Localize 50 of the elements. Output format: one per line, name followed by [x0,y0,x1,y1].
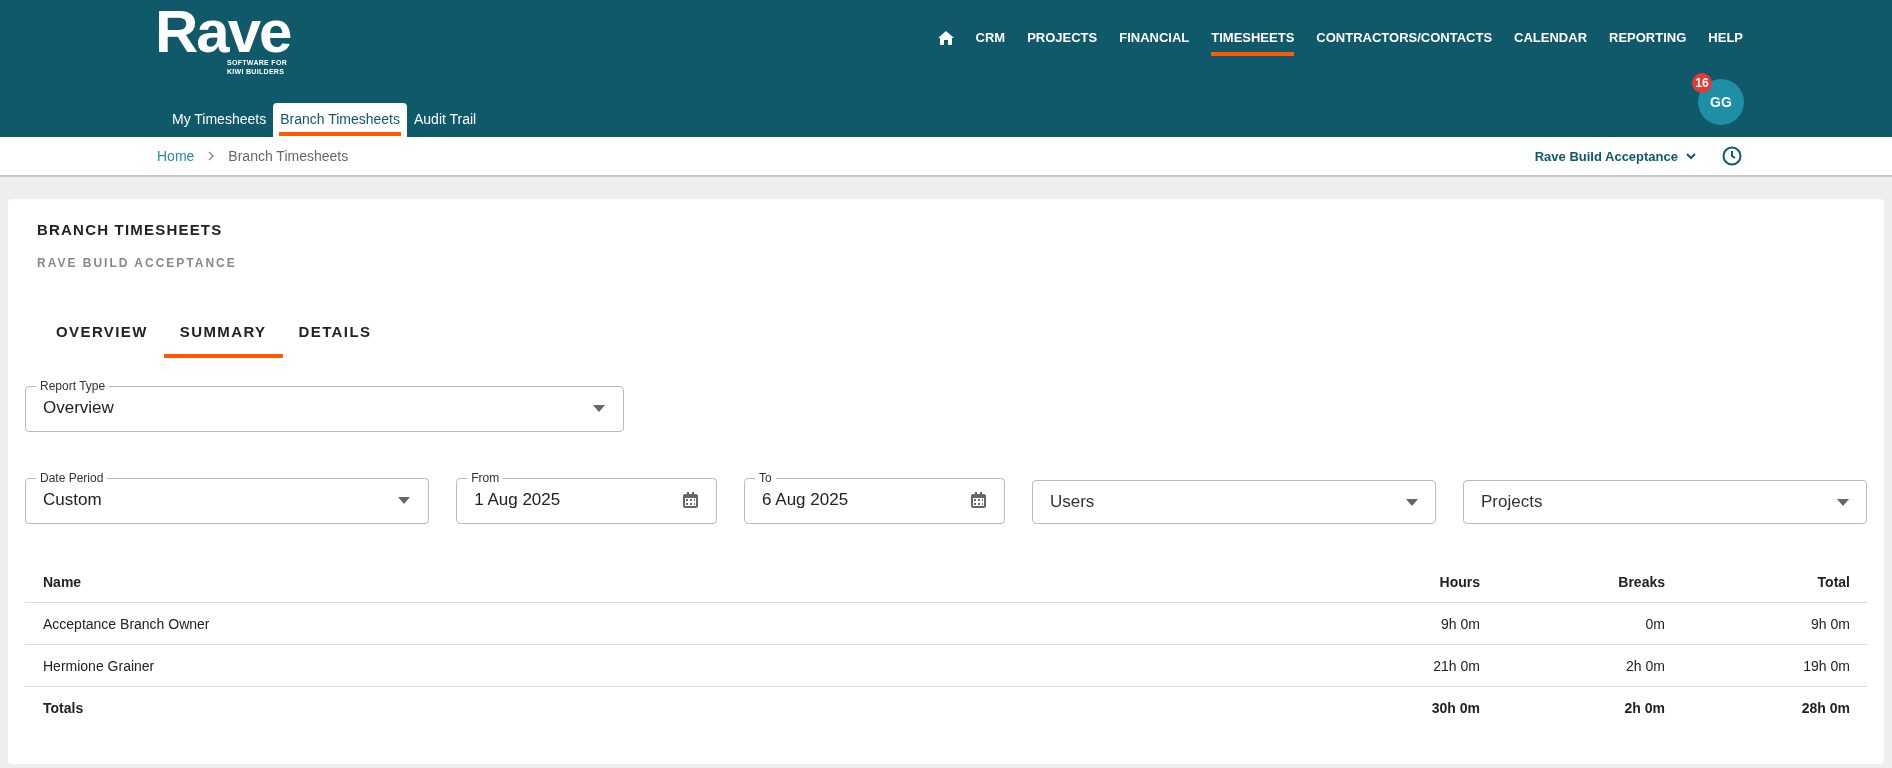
date-field[interactable]: From 1 Aug 2025 [456,471,718,524]
report-tab[interactable]: DETAILS [282,323,388,359]
notification-badge: 16 [1692,73,1712,93]
main-nav-link[interactable]: CALENDAR [1514,28,1588,57]
sub-nav-tab[interactable]: Branch Timesheets [273,103,407,137]
home-icon[interactable] [937,30,954,45]
table-cell-text: 19h 0m [1802,657,1850,674]
table-cell-text: 9h 0m [1810,615,1850,632]
main-nav-link[interactable]: CRM [975,28,1006,57]
column-header: Total [1816,573,1850,590]
main-nav-link[interactable]: HELP [1708,28,1743,57]
table-cell-text: Hermione Grainer [43,657,156,674]
chevron-right-icon [208,151,215,161]
select-field[interactable]: Projects [1463,480,1867,524]
column-header: Name [43,573,83,590]
main-nav-link[interactable]: PROJECTS [1027,28,1098,57]
calendar-icon[interactable] [970,492,986,508]
page-subtitle: RAVE BUILD ACCEPTANCE [37,256,238,270]
calendar-icon[interactable] [683,492,699,508]
clock-icon[interactable] [1722,146,1742,166]
main-nav-link[interactable]: CONTRACTORS/CONTACTS [1316,28,1493,57]
dropdown-caret-icon [1837,499,1849,506]
breadcrumb-current: Branch Timesheets [228,148,349,164]
table-cell-text: 2h 0m [1625,657,1665,674]
select-field[interactable]: Date Period Custom [25,471,430,524]
main-nav-link[interactable]: FINANCIAL [1119,28,1190,57]
sub-nav-tab[interactable]: Audit Trail [407,103,484,137]
company-selector[interactable]: Rave Build Acceptance [1534,148,1696,164]
totals-cell-text: 2h 0m [1623,699,1665,716]
totals-cell-text: 28h 0m [1800,699,1850,716]
table-cell-text: 9h 0m [1440,615,1480,632]
breadcrumb-link[interactable]: Home [157,148,195,164]
main-nav-link[interactable]: REPORTING [1609,28,1687,57]
page-title: BRANCH TIMESHEETS [37,221,224,238]
dropdown-caret-icon [593,404,605,412]
report-tab[interactable]: OVERVIEW [40,323,164,359]
totals-cell-text: 30h 0m [1430,699,1480,716]
date-field[interactable]: To 6 Aug 2025 [744,471,1005,524]
select-field[interactable]: Users [1031,480,1436,524]
dropdown-caret-icon [1406,499,1418,506]
column-header: Breaks [1617,573,1665,590]
table-cell-text: 0m [1644,615,1665,632]
select-field[interactable]: Report Type Overview [25,379,624,432]
totals-cell-text: Totals [43,699,85,716]
table-cell-text: Acceptance Branch Owner [43,615,211,632]
chevron-down-icon [1686,152,1696,160]
dropdown-caret-icon [398,496,411,504]
column-header: Hours [1438,573,1480,590]
table-cell-text: 21h 0m [1432,657,1480,674]
sub-nav-tab[interactable]: My Timesheets [165,103,274,137]
